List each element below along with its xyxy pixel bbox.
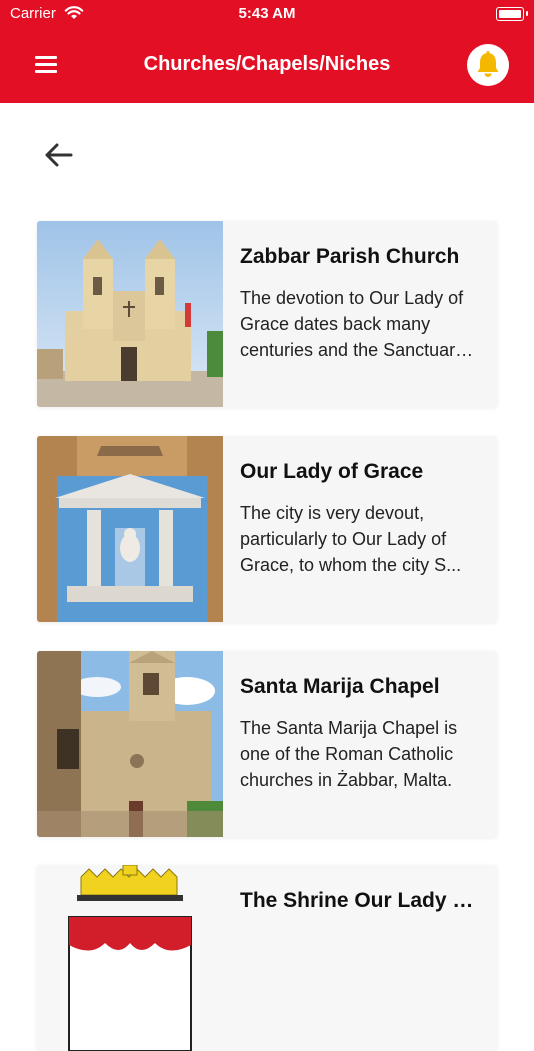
list-item[interactable]: Santa Marija Chapel The Santa Marija Cha… <box>37 651 497 837</box>
card-title: The Shrine Our Lady of Grace <box>240 889 479 912</box>
page-title: Churches/Chapels/Niches <box>143 53 391 75</box>
card-image <box>37 221 223 407</box>
list-item[interactable]: The Shrine Our Lady of Grace <box>37 865 497 1051</box>
back-button[interactable] <box>40 138 80 172</box>
card-description: The Santa Marija Chapel is one of the Ro… <box>240 718 458 790</box>
card-image <box>37 436 223 622</box>
notifications-button[interactable] <box>467 44 509 86</box>
card-title: Zabbar Parish Church <box>240 245 460 268</box>
status-bar: Carrier 5:43 AM <box>0 0 534 28</box>
list-item[interactable]: Zabbar Parish Church The devotion to Our… <box>37 221 497 407</box>
card-image <box>37 651 223 837</box>
arrow-left-icon <box>45 143 73 167</box>
clock: 5:43 AM <box>238 5 296 22</box>
list-item[interactable]: Our Lady of Grace The city is very devou… <box>37 436 497 622</box>
battery-icon <box>496 7 528 21</box>
card-title: Our Lady of Grace <box>240 460 424 483</box>
card-title: Santa Marija Chapel <box>240 675 440 698</box>
card-description: The devotion to Our Lady of Grace dates … <box>240 288 465 360</box>
card-image <box>37 865 223 1051</box>
app-header: Carrier 5:43 AM Churches/Chapels/Niches <box>0 0 534 103</box>
card-description: The city is very devout, particularly to… <box>240 503 462 575</box>
bell-icon <box>477 51 499 77</box>
